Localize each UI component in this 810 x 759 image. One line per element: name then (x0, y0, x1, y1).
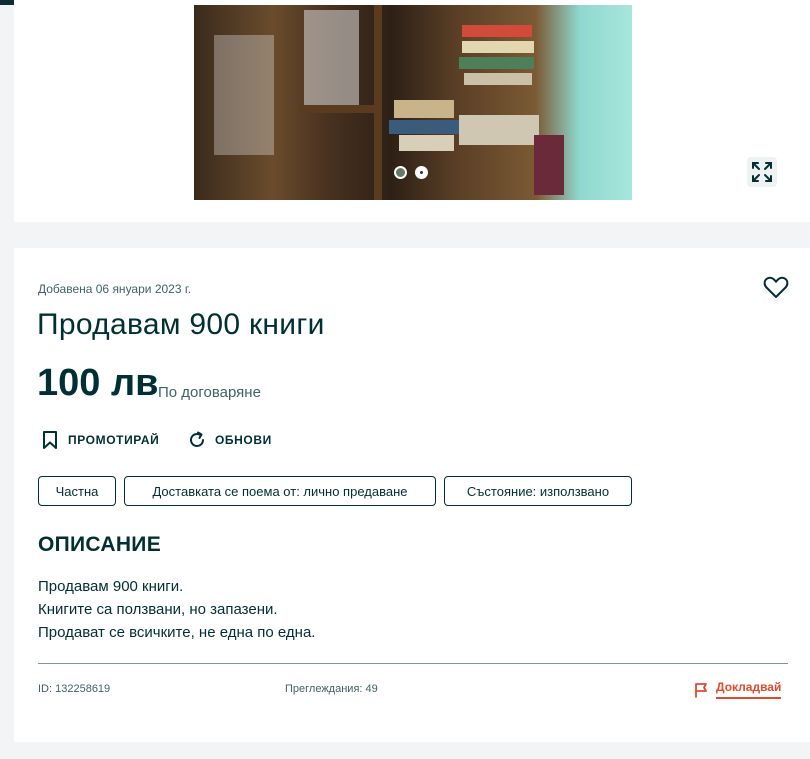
divider (38, 663, 788, 664)
bookmark-icon (43, 431, 57, 449)
description-line: Продават се всичките, не една по една. (38, 624, 316, 641)
listing-photo[interactable] (194, 5, 632, 200)
refresh-button[interactable]: ОБНОВИ (187, 430, 272, 450)
photo-book (399, 135, 454, 151)
photo-shelf (374, 5, 382, 200)
report-label: Докладвай (716, 680, 782, 699)
slide-dot-active[interactable] (415, 166, 428, 179)
heart-icon (763, 276, 789, 298)
photo-shelf (299, 105, 374, 113)
tag-private: Частна (38, 476, 116, 506)
photo-book (459, 57, 534, 69)
expand-icon (752, 162, 772, 182)
added-date: Добавена 06 януари 2023 г. (38, 282, 192, 296)
photo-bag (214, 35, 274, 155)
listing-id: ID: 132258619 (38, 683, 111, 695)
expand-button[interactable] (747, 157, 777, 187)
photo-book (459, 115, 539, 145)
gallery-card (14, 0, 810, 222)
description-heading: ОПИСАНИЕ (38, 533, 161, 556)
promote-label: ПРОМОТИРАЙ (68, 433, 160, 447)
slide-dot[interactable] (394, 166, 407, 179)
report-button[interactable]: Докладвай (694, 680, 782, 699)
refresh-icon (190, 431, 204, 447)
photo-book (462, 25, 532, 37)
tag-delivery: Доставката се поема от: лично предаване (124, 476, 436, 506)
listing-title: Продавам 900 книги (37, 308, 325, 341)
negotiable-label: По договаряне (158, 384, 261, 401)
listing-price: 100 лв (37, 362, 159, 404)
description-line: Продавам 900 книги. (38, 578, 184, 595)
tag-condition: Състояние: използвано (444, 476, 632, 506)
description-line: Книгите са ползвани, но запазени. (38, 601, 278, 618)
photo-book (394, 100, 454, 118)
photo-book (464, 73, 532, 85)
favorite-button[interactable] (763, 276, 789, 300)
refresh-label: ОБНОВИ (215, 433, 272, 447)
description-text: Продавам 900 книги. Книгите са ползвани,… (38, 575, 315, 644)
view-count: Преглеждания: 49 (285, 683, 378, 695)
flag-icon (695, 682, 707, 698)
listing-details-card: Добавена 06 януари 2023 г. Продавам 900 … (14, 248, 810, 742)
slide-indicator (394, 166, 428, 179)
photo-book (389, 120, 459, 134)
photo-book (534, 135, 564, 195)
photo-book (462, 41, 534, 53)
promote-button[interactable]: ПРОМОТИРАЙ (40, 430, 159, 450)
photo-bag (304, 10, 359, 105)
